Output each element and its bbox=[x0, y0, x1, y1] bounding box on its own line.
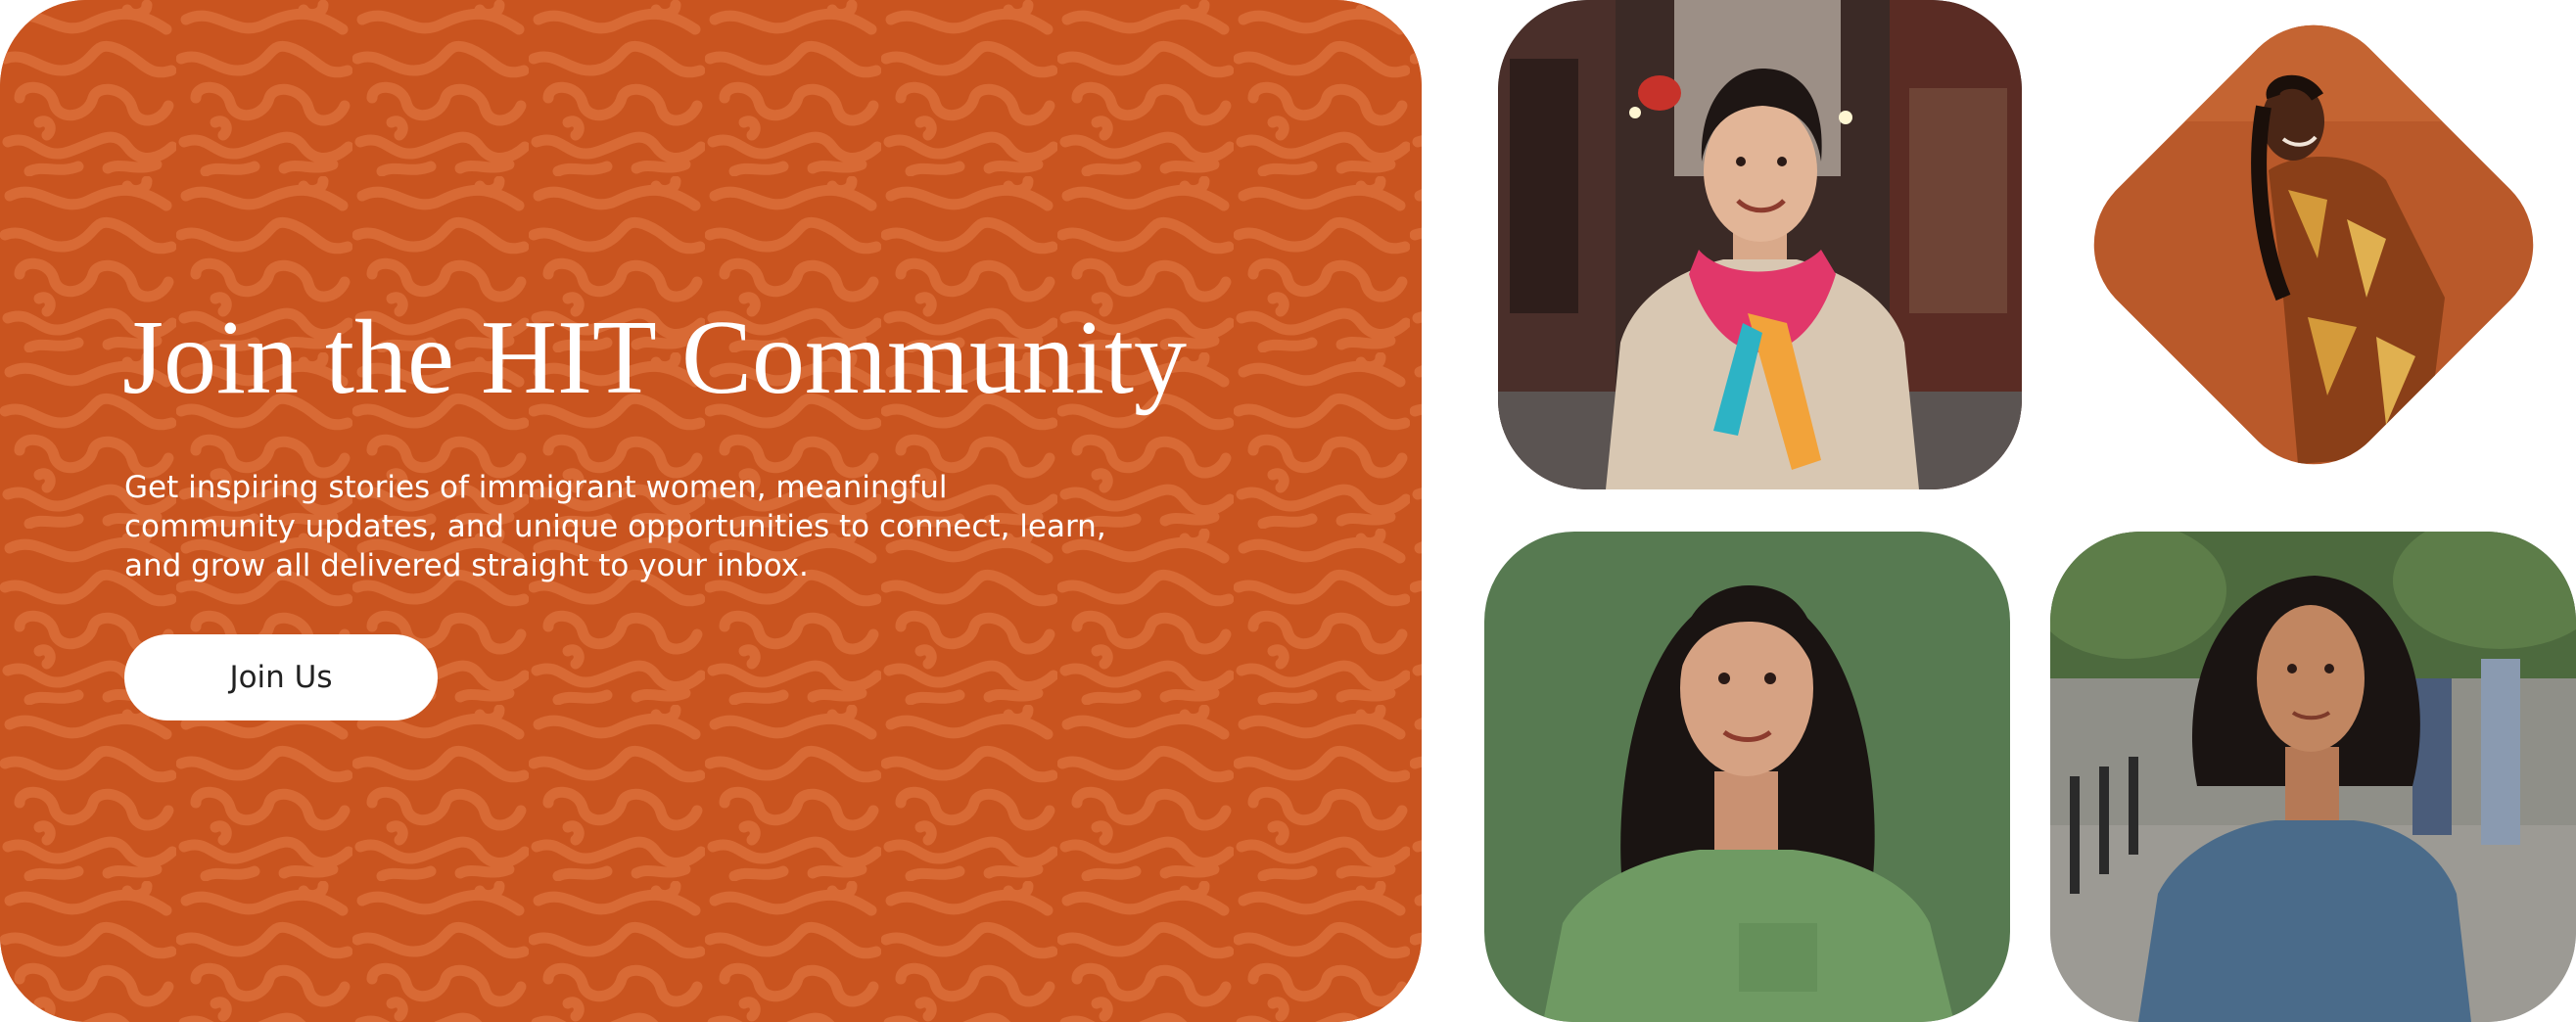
woman-in-patterned-dress-photo bbox=[2062, 0, 2566, 496]
cta-description: Get inspiring stories of immigrant women… bbox=[124, 470, 1106, 583]
cta-content: Join the HIT Community Get inspiring sto… bbox=[122, 0, 1297, 1022]
woman-in-green-shirt-photo bbox=[1484, 532, 2010, 1022]
woman-in-blue-tunic-photo bbox=[2050, 532, 2576, 1022]
woman-in-chinatown-alley-photo bbox=[1498, 0, 2022, 489]
join-us-button[interactable]: Join Us bbox=[124, 634, 438, 720]
cta-title: Join the HIT Community bbox=[122, 300, 1188, 416]
newsletter-cta-panel: Join the HIT Community Get inspiring sto… bbox=[0, 0, 1422, 1022]
woman-in-patterned-dress-photo-frame bbox=[2073, 4, 2554, 487]
